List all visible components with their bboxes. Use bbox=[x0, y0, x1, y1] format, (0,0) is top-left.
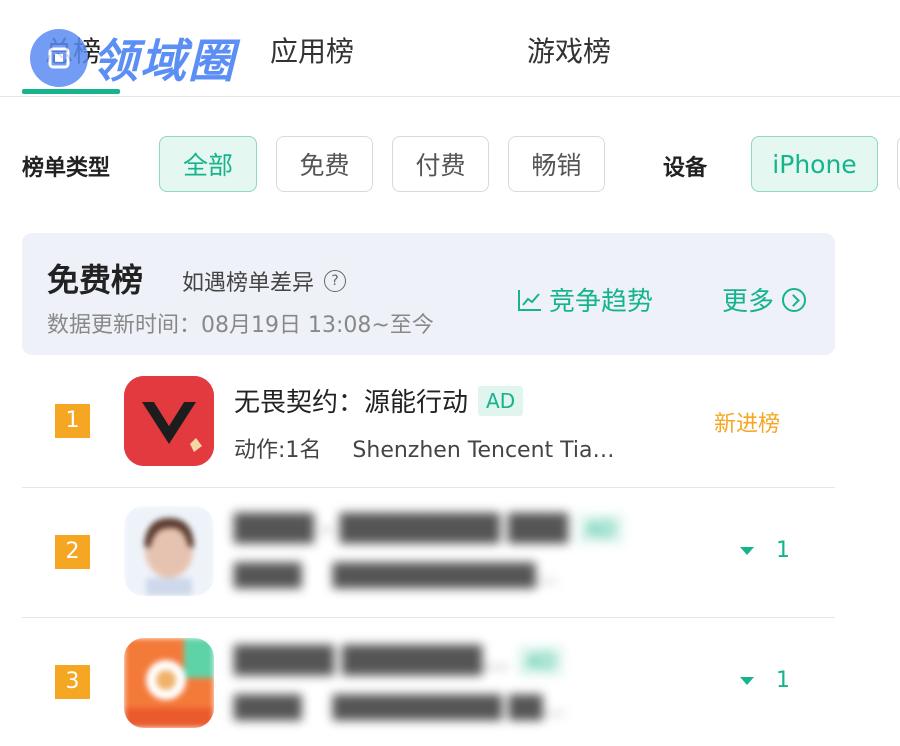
app-icon-image[interactable] bbox=[124, 638, 214, 728]
app-developer: ██████████ ██… bbox=[332, 696, 565, 721]
rank-change-value: 1 bbox=[776, 538, 790, 563]
rank-change: 1 bbox=[740, 538, 790, 563]
down-arrow-icon bbox=[740, 676, 754, 685]
app-name[interactable]: 无畏契约：源能行动 AD bbox=[234, 382, 524, 419]
ad-badge: AD bbox=[518, 646, 564, 676]
down-arrow-icon bbox=[740, 546, 754, 555]
device-label: 设备 bbox=[663, 156, 708, 181]
top-tab-bar: 总榜 应用榜 游戏榜 bbox=[0, 0, 900, 97]
filter-free-button[interactable]: 免费 bbox=[276, 136, 373, 192]
app-name-text: ████ - ████████ ███ bbox=[234, 514, 569, 544]
app-icon-image[interactable] bbox=[124, 376, 214, 466]
rank-change: 1 bbox=[740, 668, 790, 693]
app-meta: 动作:1名 Shenzhen Tencent Tia… bbox=[234, 432, 615, 464]
competition-trend-link[interactable]: 竞争趋势 bbox=[517, 281, 653, 318]
rank-badge: 2 bbox=[55, 535, 90, 569]
rank-change-value: 1 bbox=[776, 668, 790, 693]
chart-difference-note[interactable]: 如遇榜单差异 ? bbox=[182, 265, 347, 297]
app-category: ████ bbox=[234, 696, 302, 721]
chart-type-label: 榜单类型 bbox=[22, 156, 111, 181]
rank-status: 新进榜 bbox=[714, 412, 781, 437]
rank-badge: 1 bbox=[55, 404, 90, 438]
trend-chart-icon bbox=[518, 289, 541, 311]
active-tab-indicator bbox=[22, 89, 120, 94]
rank-badge: 3 bbox=[55, 665, 90, 699]
more-link[interactable]: 更多 bbox=[722, 281, 807, 318]
chart-difference-note-text: 如遇榜单差异 bbox=[182, 271, 315, 296]
device-iphone-button[interactable]: iPhone bbox=[751, 136, 878, 192]
more-label: 更多 bbox=[722, 287, 775, 317]
chevron-right-circle-icon bbox=[782, 287, 807, 312]
list-item[interactable]: 1 无畏契约：源能行动 AD 动作:1名 Shenzhen Tencent Ti… bbox=[22, 358, 835, 486]
list-item[interactable]: 3 █████ ███████… AD ████ ██████████ ██… … bbox=[22, 617, 835, 746]
filter-paid-button[interactable]: 付费 bbox=[392, 136, 489, 192]
app-name[interactable]: █████ ███████… AD bbox=[234, 646, 564, 676]
tab-overall[interactable]: 总榜 bbox=[45, 30, 101, 70]
app-meta: ████ ████████████… bbox=[234, 564, 558, 589]
tab-games[interactable]: 游戏榜 bbox=[527, 30, 611, 70]
app-category: ████ bbox=[234, 564, 302, 589]
app-developer: Shenzhen Tencent Tia… bbox=[352, 438, 615, 463]
free-chart-header-card: 免费榜 如遇榜单差异 ? 数据更新时间：08月19日 13:08~至今 竞争趋势… bbox=[22, 233, 835, 355]
update-time: 数据更新时间：08月19日 13:08~至今 bbox=[47, 313, 434, 338]
competition-trend-label: 竞争趋势 bbox=[549, 287, 654, 317]
app-icon-image[interactable] bbox=[124, 506, 214, 596]
app-category: 动作:1名 bbox=[234, 438, 322, 463]
app-developer: ████████████… bbox=[332, 564, 558, 589]
card-title: 免费榜 bbox=[47, 261, 144, 299]
app-name[interactable]: ████ - ████████ ███ AD bbox=[234, 514, 624, 544]
filter-all-button[interactable]: 全部 bbox=[159, 136, 257, 192]
question-icon[interactable]: ? bbox=[324, 270, 347, 292]
ad-badge: AD bbox=[478, 385, 524, 416]
ad-badge: AD bbox=[578, 514, 624, 544]
app-name-text: 无畏契约：源能行动 bbox=[234, 388, 469, 418]
list-item[interactable]: 2 ████ - ████████ ███ AD ████ ██████████… bbox=[22, 487, 835, 616]
filter-grossing-button[interactable]: 畅销 bbox=[508, 136, 605, 192]
app-meta: ████ ██████████ ██… bbox=[234, 696, 565, 721]
app-name-text: █████ ███████… bbox=[234, 646, 509, 676]
tab-apps[interactable]: 应用榜 bbox=[270, 30, 354, 70]
